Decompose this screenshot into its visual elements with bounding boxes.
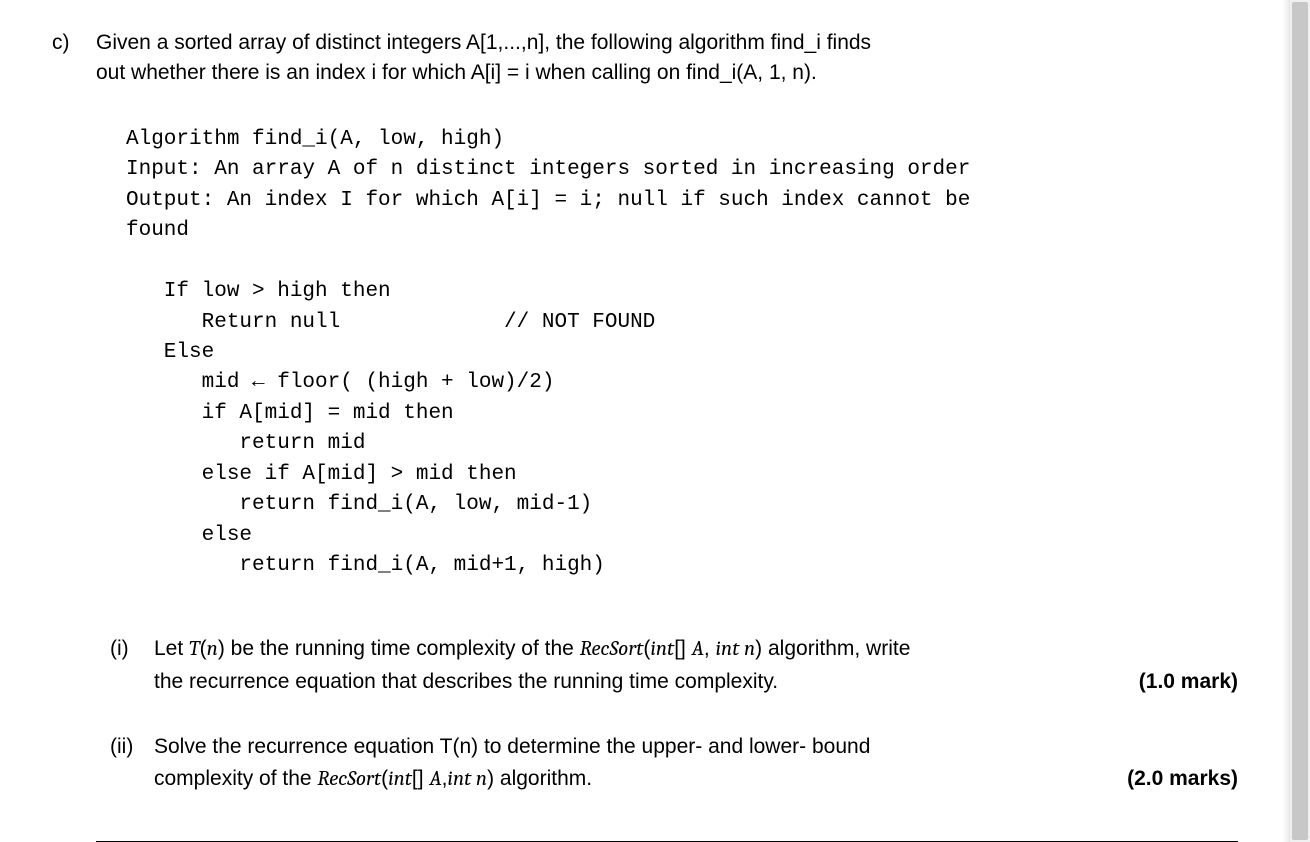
type-name: int [388,767,412,791]
type-name: int [650,637,674,661]
problem-text: Given a sorted array of distinct integer… [96,28,1238,842]
subpart-i-text: Let T(n) be the running time complexity … [154,633,1238,697]
param-name: A [692,637,704,661]
param-name: A [429,767,441,791]
text-fragment: ) algorithm. [487,767,592,790]
subparts-container: (i) Let T(n) be the running time complex… [110,633,1238,795]
param-name: int n [716,637,756,661]
subpart-ii-label: (ii) [110,731,154,763]
text-fragment: the recurrence equation that describes t… [154,670,778,693]
scrollbar-track[interactable] [1289,0,1310,842]
scrollbar-thumb[interactable] [1292,2,1308,840]
marks-badge: (1.0 mark) [1139,666,1238,698]
algorithm-code-block: Algorithm find_i(A, low, high) Input: An… [126,125,1238,582]
param-name: int n [447,767,487,791]
subpart-i-label: (i) [110,633,154,665]
problem-label: c) [52,28,96,58]
prompt-line-2: out whether there is an index i for whic… [96,58,1238,88]
subpart-ii-row: (ii) Solve the recurrence equation T(n) … [110,731,1238,795]
text-fragment: [] [674,637,692,660]
text-fragment: ) be the running time complexity of the [218,637,580,660]
prompt-line-1: Given a sorted array of distinct integer… [96,28,1238,58]
text-fragment: , [704,637,716,660]
text-fragment: ( [200,637,207,660]
marks-badge: (2.0 marks) [1127,763,1238,795]
text-fragment: Solve the recurrence equation T(n) to de… [154,735,870,758]
text-fragment: [] [412,767,430,790]
problem-c-row: c) Given a sorted array of distinct inte… [52,28,1238,842]
subpart-i-row: (i) Let T(n) be the running time complex… [110,633,1238,697]
func-name: RecSort [580,637,644,661]
text-fragment: ) algorithm, write [755,637,910,660]
document-page: c) Given a sorted array of distinct inte… [0,0,1290,842]
math-var: T [189,637,200,661]
text-fragment: complexity of the [154,767,317,790]
text-fragment: Let [154,637,189,660]
func-name: RecSort [317,767,381,791]
subpart-ii-text: Solve the recurrence equation T(n) to de… [154,731,1238,795]
math-var: n [207,637,218,661]
